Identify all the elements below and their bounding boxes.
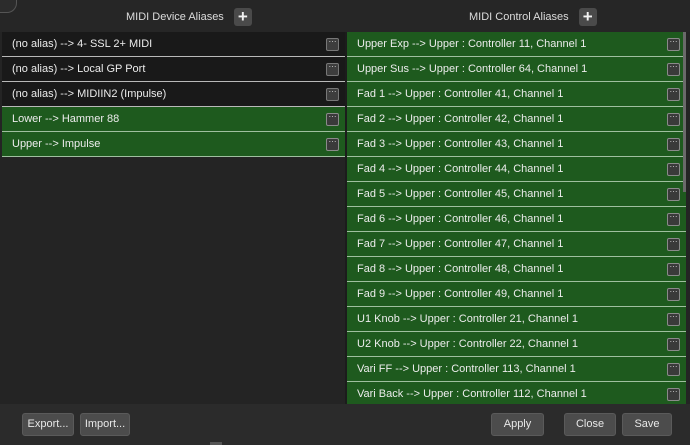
control-row-label: U2 Knob --> Upper : Controller 22, Chann… (357, 338, 579, 350)
device-row[interactable]: Lower --> Hammer 88 ··· (2, 107, 345, 132)
control-row[interactable]: Fad 9 --> Upper : Controller 49, Channel… (347, 282, 686, 307)
device-row[interactable]: (no alias) --> 4- SSL 2+ MIDI ··· (2, 32, 345, 57)
control-row-label: Fad 3 --> Upper : Controller 43, Channel… (357, 138, 564, 150)
control-row[interactable]: Fad 4 --> Upper : Controller 44, Channel… (347, 157, 686, 182)
device-aliases-list: (no alias) --> 4- SSL 2+ MIDI ··· (no alia… (2, 32, 345, 404)
control-row-menu-icon[interactable]: ··· (667, 63, 680, 76)
control-row-label: Vari Back --> Upper : Controller 112, Ch… (357, 388, 587, 400)
control-row-label: Fad 5 --> Upper : Controller 45, Channel… (357, 188, 564, 200)
control-row[interactable]: Vari FF --> Upper : Controller 113, Chan… (347, 357, 686, 382)
control-row-label: Upper Exp --> Upper : Controller 11, Cha… (357, 38, 587, 50)
device-row-menu-icon[interactable]: ··· (326, 63, 339, 76)
control-row-label: Upper Sus --> Upper : Controller 64, Cha… (357, 63, 588, 75)
control-row-label: Fad 1 --> Upper : Controller 41, Channel… (357, 88, 564, 100)
add-control-alias-button[interactable]: + (578, 8, 597, 26)
control-row-label: Fad 8 --> Upper : Controller 48, Channel… (357, 263, 564, 275)
control-row-menu-icon[interactable]: ··· (667, 263, 680, 276)
control-row-menu-icon[interactable]: ··· (667, 88, 680, 101)
device-row-menu-icon[interactable]: ··· (326, 38, 339, 51)
control-row[interactable]: Upper Exp --> Upper : Controller 11, Cha… (347, 32, 686, 57)
control-row[interactable]: Vari Back --> Upper : Controller 112, Ch… (347, 382, 686, 404)
header-bar: MIDI Device Aliases + MIDI Control Alias… (0, 0, 690, 32)
control-row-label: Fad 6 --> Upper : Controller 46, Channel… (357, 213, 564, 225)
device-row-label: Lower --> Hammer 88 (12, 113, 120, 125)
device-row[interactable]: (no alias) --> MIDIIN2 (Impulse) ··· (2, 82, 345, 107)
control-row-menu-icon[interactable]: ··· (667, 238, 680, 251)
control-row[interactable]: Fad 6 --> Upper : Controller 46, Channel… (347, 207, 686, 232)
device-row-menu-icon[interactable]: ··· (326, 113, 339, 126)
export-button[interactable]: Export... (22, 413, 74, 436)
control-row[interactable]: Fad 7 --> Upper : Controller 47, Channel… (347, 232, 686, 257)
control-row[interactable]: Fad 1 --> Upper : Controller 41, Channel… (347, 82, 686, 107)
import-button[interactable]: Import... (80, 413, 130, 436)
control-row[interactable]: U2 Knob --> Upper : Controller 22, Chann… (347, 332, 686, 357)
control-aliases-list: Upper Exp --> Upper : Controller 11, Cha… (347, 32, 686, 404)
device-aliases-header: MIDI Device Aliases + (126, 8, 252, 26)
control-row-menu-icon[interactable]: ··· (667, 138, 680, 151)
control-row-menu-icon[interactable]: ··· (667, 163, 680, 176)
control-row[interactable]: Fad 5 --> Upper : Controller 45, Channel… (347, 182, 686, 207)
device-row-label: (no alias) --> Local GP Port (12, 63, 146, 75)
control-aliases-title: MIDI Control Aliases (469, 11, 569, 23)
control-row[interactable]: U1 Knob --> Upper : Controller 21, Chann… (347, 307, 686, 332)
close-button[interactable]: Close (564, 413, 616, 436)
control-row-label: Fad 7 --> Upper : Controller 47, Channel… (357, 238, 564, 250)
control-row[interactable]: Fad 8 --> Upper : Controller 48, Channel… (347, 257, 686, 282)
control-row[interactable]: Fad 2 --> Upper : Controller 42, Channel… (347, 107, 686, 132)
add-device-alias-button[interactable]: + (233, 8, 252, 26)
save-button[interactable]: Save (622, 413, 672, 436)
device-row[interactable]: Upper --> Impulse ··· (2, 132, 345, 157)
control-row-label: Fad 2 --> Upper : Controller 42, Channel… (357, 113, 564, 125)
device-row-menu-icon[interactable]: ··· (326, 88, 339, 101)
device-row-label: (no alias) --> MIDIIN2 (Impulse) (12, 88, 167, 100)
control-row-label: U1 Knob --> Upper : Controller 21, Chann… (357, 313, 579, 325)
control-row-label: Fad 9 --> Upper : Controller 49, Channel… (357, 288, 564, 300)
footer-bar: Export... Import... Apply Close Save (0, 404, 690, 445)
control-row-menu-icon[interactable]: ··· (667, 213, 680, 226)
device-row[interactable]: (no alias) --> Local GP Port ··· (2, 57, 345, 82)
control-row-label: Fad 4 --> Upper : Controller 44, Channel… (357, 163, 564, 175)
control-row-label: Vari FF --> Upper : Controller 113, Chan… (357, 363, 576, 375)
control-row-menu-icon[interactable]: ··· (667, 38, 680, 51)
control-row-menu-icon[interactable]: ··· (667, 338, 680, 351)
control-row[interactable]: Fad 3 --> Upper : Controller 43, Channel… (347, 132, 686, 157)
control-row-menu-icon[interactable]: ··· (667, 288, 680, 301)
device-row-label: Upper --> Impulse (12, 138, 101, 150)
control-row-menu-icon[interactable]: ··· (667, 363, 680, 376)
device-row-menu-icon[interactable]: ··· (326, 138, 339, 151)
control-row[interactable]: Upper Sus --> Upper : Controller 64, Cha… (347, 57, 686, 82)
device-row-label: (no alias) --> 4- SSL 2+ MIDI (12, 38, 153, 50)
control-list-scrollbar[interactable] (683, 32, 686, 192)
control-row-menu-icon[interactable]: ··· (667, 113, 680, 126)
window-corner-control[interactable] (0, 0, 17, 13)
control-aliases-header: MIDI Control Aliases + (469, 8, 597, 26)
control-row-menu-icon[interactable]: ··· (667, 188, 680, 201)
control-row-menu-icon[interactable]: ··· (667, 313, 680, 326)
apply-button[interactable]: Apply (491, 413, 544, 436)
device-aliases-title: MIDI Device Aliases (126, 11, 224, 23)
control-row-menu-icon[interactable]: ··· (667, 388, 680, 401)
